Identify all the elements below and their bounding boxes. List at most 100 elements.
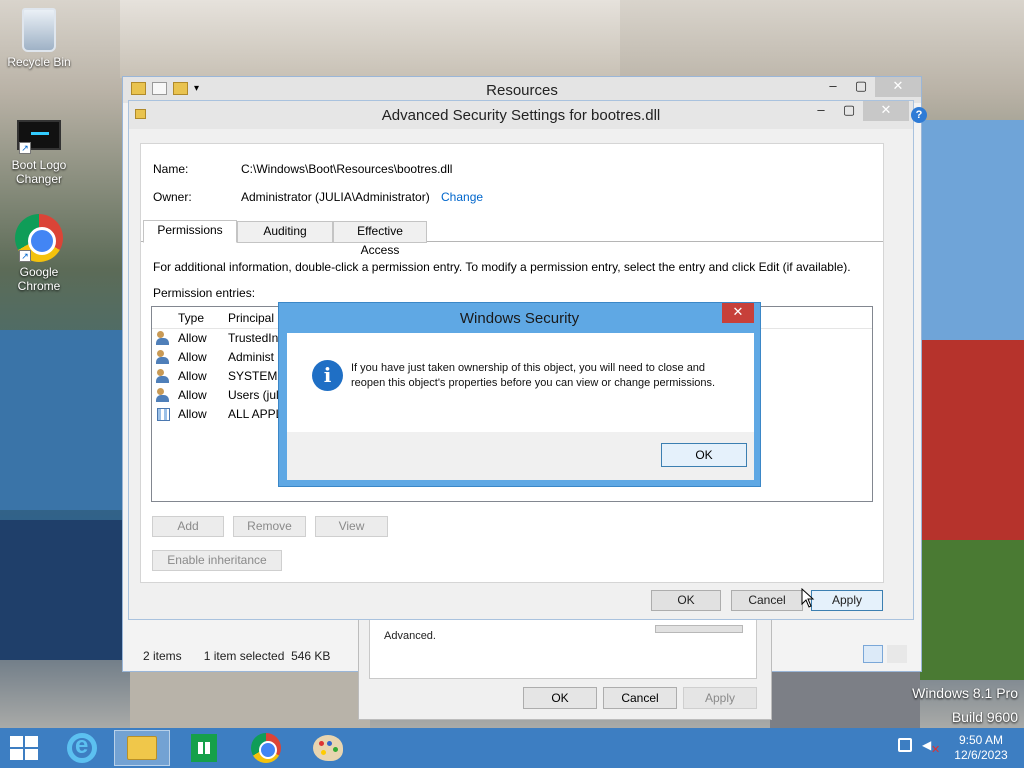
app-package-icon bbox=[157, 408, 170, 421]
taskbar-internet-explorer[interactable] bbox=[54, 730, 110, 766]
clock-date: 12/6/2023 bbox=[954, 748, 1008, 762]
taskbar-file-explorer[interactable] bbox=[114, 730, 170, 766]
shortcut-arrow-icon: ↗ bbox=[19, 142, 31, 154]
clock[interactable]: 9:50 AM 12/6/2023 bbox=[950, 733, 1012, 763]
file-explorer-icon bbox=[127, 736, 157, 760]
close-button[interactable]: ✕ bbox=[722, 303, 754, 323]
apply-button[interactable]: Apply bbox=[811, 590, 883, 611]
entry-type: Allow bbox=[178, 407, 207, 421]
wallpaper-block bbox=[920, 340, 1024, 540]
wallpaper-block bbox=[920, 540, 1024, 680]
entry-type: Allow bbox=[178, 369, 207, 383]
chrome-icon bbox=[251, 733, 281, 763]
large-icons-view-icon[interactable] bbox=[887, 645, 907, 663]
enable-inheritance-button[interactable]: Enable inheritance bbox=[152, 550, 282, 571]
window-controls: – ▢ ✕ bbox=[807, 101, 909, 121]
entry-type: Allow bbox=[178, 350, 207, 364]
network-icon[interactable] bbox=[898, 738, 912, 752]
dialog-message: If you have just taken ownership of this… bbox=[351, 362, 716, 389]
apply-button[interactable]: Apply bbox=[683, 687, 757, 709]
wallpaper-block bbox=[120, 0, 620, 78]
windows-logo-icon bbox=[10, 736, 23, 747]
status-selected: 1 item selected 546 KB bbox=[203, 649, 331, 663]
wallpaper-block bbox=[920, 120, 1024, 340]
desktop-icon-recycle-bin[interactable]: Recycle Bin bbox=[3, 8, 75, 69]
name-label: Name: bbox=[153, 162, 189, 176]
dialog-footer: OK bbox=[287, 432, 754, 480]
minimize-button[interactable]: – bbox=[819, 77, 847, 97]
status-bar: 2 items 1 item selected 546 KB bbox=[143, 649, 330, 663]
column-header-principal[interactable]: Principal bbox=[228, 311, 274, 325]
details-view-icon[interactable] bbox=[863, 645, 883, 663]
wallpaper-block bbox=[0, 330, 130, 510]
window-title: Advanced Security Settings for bootres.d… bbox=[381, 107, 661, 124]
entry-type: Allow bbox=[178, 331, 207, 345]
windows-build-watermark: Build 9600 bbox=[951, 709, 1018, 725]
permission-entries-label: Permission entries: bbox=[153, 286, 256, 300]
users-icon bbox=[156, 388, 171, 402]
ok-button[interactable]: OK bbox=[661, 443, 747, 467]
dialog-body: i If you have just taken ownership of th… bbox=[287, 333, 754, 480]
owner-value: Administrator (JULIA\Administrator) bbox=[241, 190, 430, 204]
tab-strip: Permissions Auditing Effective Access bbox=[141, 220, 883, 257]
desktop-icon-label: Recycle Bin bbox=[7, 55, 71, 69]
clock-time: 9:50 AM bbox=[958, 733, 1004, 747]
taskbar-store[interactable] bbox=[176, 730, 232, 766]
ok-button[interactable]: OK bbox=[651, 590, 721, 611]
users-icon bbox=[156, 350, 171, 364]
name-value: C:\Windows\Boot\Resources\bootres.dll bbox=[241, 162, 453, 176]
entry-principal: SYSTEM bbox=[228, 369, 278, 383]
tab-permissions[interactable]: Permissions bbox=[143, 220, 237, 243]
cancel-button[interactable]: Cancel bbox=[731, 590, 803, 611]
paint-palette-icon bbox=[313, 735, 343, 761]
view-button[interactable]: View bbox=[315, 516, 388, 537]
ok-button[interactable]: OK bbox=[523, 687, 597, 709]
close-button[interactable]: ✕ bbox=[875, 77, 921, 97]
dialog-title: Windows Security bbox=[459, 310, 580, 327]
maximize-button[interactable]: ▢ bbox=[847, 77, 875, 97]
desktop-icon-google-chrome[interactable]: ↗ Google Chrome bbox=[3, 214, 75, 293]
column-header-type[interactable]: Type bbox=[178, 311, 204, 325]
advanced-security-titlebar[interactable]: Advanced Security Settings for bootres.d… bbox=[129, 101, 927, 129]
window-controls: – ▢ ✕ bbox=[819, 77, 921, 97]
mute-icon: ✕ bbox=[931, 744, 941, 756]
close-button[interactable]: ✕ bbox=[863, 101, 909, 121]
store-icon bbox=[191, 734, 217, 762]
tab-effective-access[interactable]: Effective Access bbox=[333, 221, 427, 257]
advanced-text: Advanced. bbox=[384, 630, 436, 642]
desktop-icon-boot-logo-changer[interactable]: ↗ Boot Logo Changer bbox=[3, 120, 75, 186]
info-icon: i bbox=[312, 360, 343, 391]
tab-auditing[interactable]: Auditing bbox=[237, 221, 333, 243]
status-item-count: 2 items bbox=[143, 649, 182, 663]
help-icon[interactable]: ? bbox=[911, 107, 927, 123]
recycle-bin-icon bbox=[22, 8, 56, 52]
add-button[interactable]: Add bbox=[152, 516, 224, 537]
internet-explorer-icon bbox=[67, 732, 97, 763]
wallpaper-block bbox=[0, 520, 130, 660]
cancel-button[interactable]: Cancel bbox=[603, 687, 677, 709]
minimize-button[interactable]: – bbox=[807, 101, 835, 121]
entry-principal: TrustedIn bbox=[228, 331, 279, 345]
mouse-cursor-icon bbox=[801, 588, 815, 608]
shortcut-arrow-icon: ↗ bbox=[19, 250, 31, 262]
wallpaper-block bbox=[130, 670, 370, 730]
entry-type: Allow bbox=[178, 388, 207, 402]
entry-principal: Administ bbox=[228, 350, 275, 364]
entry-principal: Users (juli bbox=[228, 388, 282, 402]
owner-label: Owner: bbox=[153, 190, 192, 204]
windows-edition-watermark: Windows 8.1 Pro bbox=[912, 685, 1018, 701]
instructions-text: For additional information, double-click… bbox=[153, 260, 851, 274]
remove-button[interactable]: Remove bbox=[233, 516, 306, 537]
view-switcher bbox=[863, 645, 907, 663]
desktop-icon-label: Google Chrome bbox=[17, 265, 61, 293]
start-button[interactable] bbox=[10, 736, 38, 760]
users-icon bbox=[156, 331, 171, 345]
taskbar: ◀ ✕ 9:50 AM 12/6/2023 bbox=[0, 728, 1024, 768]
taskbar-paint[interactable] bbox=[300, 730, 356, 766]
windows-security-dialog: Windows Security ✕ i If you have just ta… bbox=[278, 302, 761, 487]
taskbar-chrome[interactable] bbox=[238, 730, 294, 766]
advanced-button[interactable] bbox=[655, 625, 743, 633]
desktop-icon-label: Boot Logo Changer bbox=[11, 158, 67, 186]
maximize-button[interactable]: ▢ bbox=[835, 101, 863, 121]
change-owner-link[interactable]: Change bbox=[441, 190, 483, 204]
